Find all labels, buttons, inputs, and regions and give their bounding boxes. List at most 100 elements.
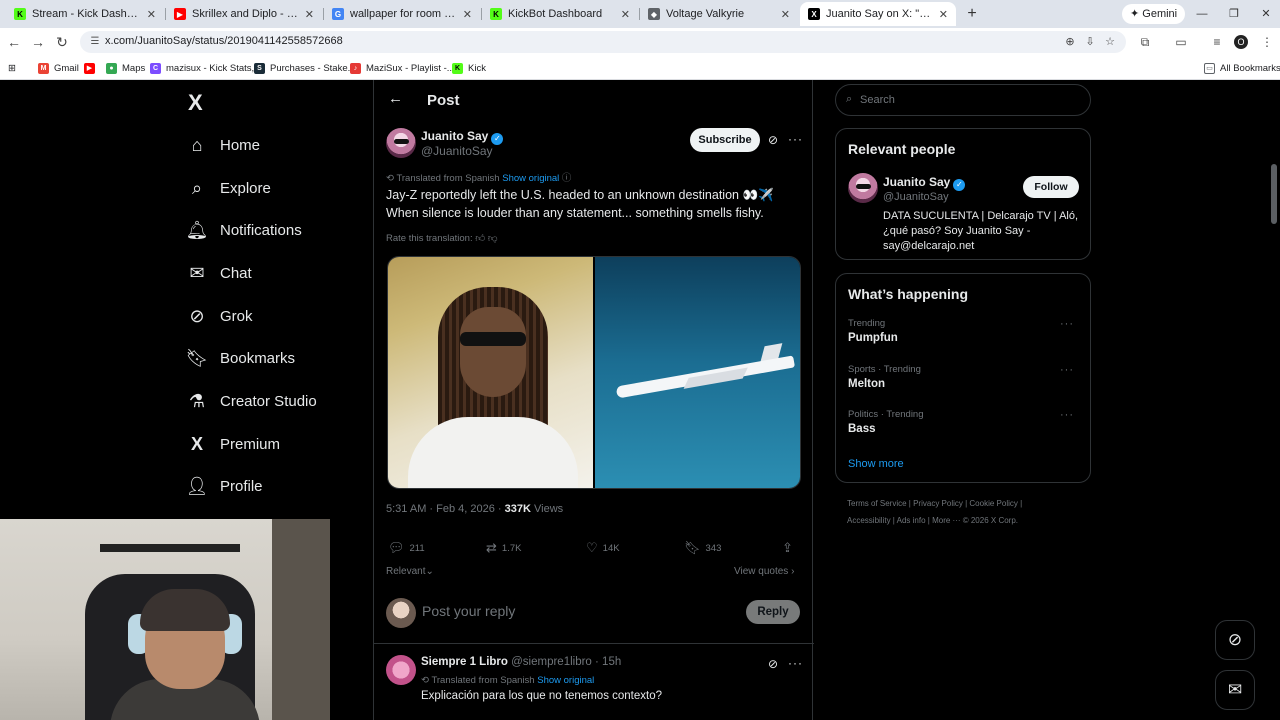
star-icon[interactable]: ☆ [1102,34,1118,50]
show-more-link[interactable]: Show more [848,458,904,470]
thumbs-down-icon[interactable]: 👎︎ [488,233,498,244]
verified-icon: ✓ [953,179,966,191]
window-close-icon[interactable]: ✕ [1256,4,1276,24]
person-name[interactable]: Juanito Say ✓ [883,175,966,191]
close-icon[interactable]: ✕ [781,8,790,21]
nav-item-bookmarks[interactable]: 🔖︎ Bookmarks [186,343,295,373]
bookmark-playlist[interactable]: ♪ MaziSux - Playlist -... [350,60,455,76]
bookmark-action[interactable]: 🔖︎ 343 [684,540,721,556]
author-handle[interactable]: @JuanitoSay [421,144,493,158]
more-icon[interactable]: ··· [788,132,803,146]
gemini-button[interactable]: ✦ Gemini [1122,4,1186,24]
youtube-icon: ▶ [174,8,186,20]
site-info-icon[interactable]: ☰ [88,35,102,49]
media-icon[interactable]: ≡ [1208,33,1226,51]
repost-action[interactable]: ⇄ 1.7K [486,540,521,556]
person-handle[interactable]: @JuanitoSay [883,191,949,203]
search-input[interactable]: ⌕ Search [835,84,1091,116]
view-quotes-link[interactable]: View quotes › [734,566,794,577]
reply-action[interactable]: 💬︎ 211 [388,540,425,556]
photo-portrait[interactable] [388,257,593,488]
grok-icon[interactable]: ⊘ [768,133,778,147]
close-icon[interactable]: ✕ [463,8,472,21]
show-original-link[interactable]: Show original [502,173,559,184]
footer-links-2[interactable]: Accessibility | Ads info | More ··· © 20… [847,516,1018,525]
bookmark-kick[interactable]: K Kick [452,60,486,76]
close-icon[interactable]: ✕ [147,8,156,21]
whats-happening-title: What’s happening [848,286,969,302]
grok-icon[interactable]: ⊘ [768,657,778,671]
sort-relevant-dropdown[interactable]: Relevant⌄ [386,566,434,577]
restore-icon[interactable]: ❐ [1224,4,1244,24]
address-bar[interactable]: ☰ x.com/JuanitoSay/status/20190411425585… [80,31,1126,53]
nav-item-creator-studio[interactable]: ⚗ Creator Studio [186,386,317,416]
bookmark-maps[interactable]: ● Maps [106,60,145,76]
browser-tab-5[interactable]: ◆ Voltage Valkyrie ✕ [640,2,798,26]
show-original-link[interactable]: Show original [537,675,594,686]
follow-button[interactable]: Follow [1023,176,1079,198]
browser-tab-4[interactable]: K KickBot Dashboard ✕ [482,2,638,26]
post-media[interactable] [387,256,801,489]
back-arrow-icon[interactable]: ← [388,90,403,107]
trend-item[interactable]: Politics · Trending Bass ··· [848,409,1080,449]
nav-item-profile[interactable]: 👤︎ Profile [186,471,263,501]
browser-tab-1[interactable]: K Stream - Kick Dashboard ✕ [6,2,164,26]
person-avatar[interactable] [848,173,878,203]
forward-icon[interactable]: → [28,32,48,52]
cast-icon[interactable]: ▭ [1172,33,1190,51]
extensions-icon[interactable]: ⧉ [1136,33,1154,51]
grok-fab-button[interactable]: ⊘ [1215,620,1255,660]
nav-item-premium[interactable]: X Premium [186,429,280,459]
x-logo-icon[interactable]: X [188,90,203,116]
zoom-icon[interactable]: ⊕ [1062,34,1078,50]
thumbs-up-icon[interactable]: 👍︎ [475,233,485,244]
subscribe-button[interactable]: Subscribe [690,128,760,152]
install-icon[interactable]: ⇩ [1082,34,1098,50]
post-timestamp[interactable]: 5:31 AM · Feb 4, 2026 · [386,503,502,515]
photo-jet[interactable] [595,257,800,488]
bookmark-youtube[interactable]: ▶ [84,60,100,76]
bookmark-gmail[interactable]: M Gmail [38,60,79,76]
trend-item[interactable]: Sports · Trending Melton ··· [848,364,1080,404]
share-action[interactable]: ⇪ [782,540,798,556]
more-icon[interactable]: ··· [1060,318,1074,330]
reply-author-avatar[interactable] [386,655,416,685]
minimize-icon[interactable]: — [1192,4,1212,24]
nav-item-grok[interactable]: ⊘ Grok [186,301,252,331]
author-avatar[interactable] [386,128,416,158]
url-text[interactable]: x.com/JuanitoSay/status/2019041142558572… [105,35,343,47]
all-bookmarks[interactable]: ▭ All Bookmarks [1204,60,1280,76]
bookmark-stake[interactable]: S Purchases - Stake.us [254,60,360,76]
more-icon[interactable]: ··· [1060,409,1074,421]
messages-fab-button[interactable]: ✉ [1215,670,1255,710]
profile-avatar-icon[interactable]: O [1234,35,1248,49]
browser-tab-3[interactable]: G wallpaper for room walls - Goo ✕ [324,2,480,26]
like-action[interactable]: ♡ 14K [586,540,620,556]
page-scrollbar[interactable] [1271,164,1277,224]
author-name[interactable]: Juanito Say ✓ [421,129,504,145]
nav-item-chat[interactable]: ✉ Chat [186,258,251,288]
close-icon[interactable]: ✕ [621,8,630,21]
footer-links-1[interactable]: Terms of Service | Privacy Policy | Cook… [847,499,1022,508]
more-icon[interactable]: ··· [1060,364,1074,376]
my-avatar[interactable] [386,598,416,628]
trend-item[interactable]: Trending Pumpfun ··· [848,318,1080,358]
chevron-right-icon: › [791,566,795,577]
reply-author[interactable]: Siempre 1 Libro @siempre1libro · 15h [421,656,621,668]
reply-button[interactable]: Reply [746,600,800,624]
more-icon[interactable]: ··· [788,656,803,670]
nav-item-explore[interactable]: ⌕ Explore [186,173,271,203]
browser-tab-active[interactable]: X Juanito Say on X: "Jay-Z habría ✕ [800,2,956,26]
close-icon[interactable]: ✕ [939,8,948,21]
menu-icon[interactable]: ⋮ [1258,33,1276,51]
reply-input[interactable]: Post your reply [422,603,515,619]
apps-icon[interactable]: ⊞ [8,60,16,76]
bookmark-kick-stats[interactable]: Cmazisux - Kick Stats,... [150,60,262,76]
browser-tab-2[interactable]: ▶ Skrillex and Diplo - "Where Are ✕ [166,2,322,26]
close-icon[interactable]: ✕ [305,8,314,21]
nav-item-home[interactable]: ⌂ Home [186,130,260,160]
reload-icon[interactable]: ↻ [52,32,72,52]
back-icon[interactable]: ← [4,32,24,52]
new-tab-button[interactable]: + [962,4,982,24]
nav-item-notifications[interactable]: 🔔︎ Notifications [186,215,302,245]
